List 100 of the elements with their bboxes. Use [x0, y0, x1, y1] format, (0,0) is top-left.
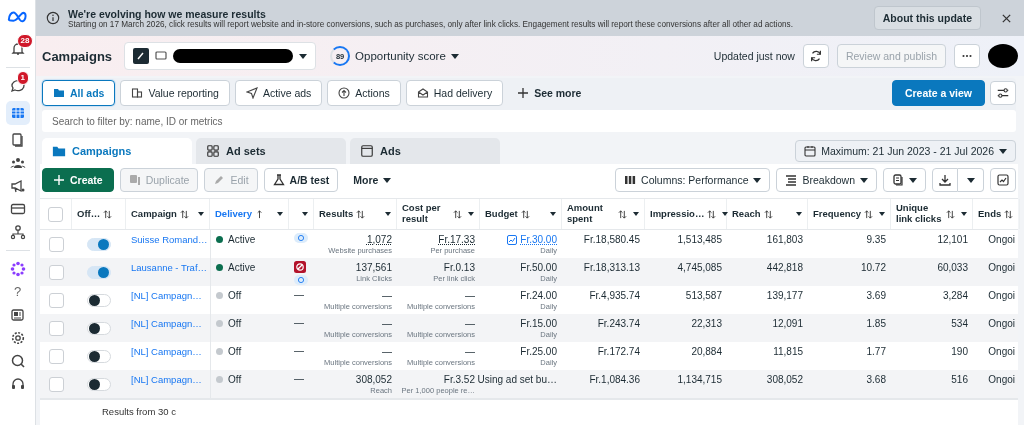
- help-icon[interactable]: ?: [13, 284, 22, 300]
- pages-icon[interactable]: [9, 132, 26, 148]
- toggle-switch[interactable]: [87, 377, 111, 391]
- sort-icon[interactable]: [356, 209, 366, 219]
- column-menu-icon[interactable]: [796, 212, 802, 216]
- sort-icon[interactable]: [707, 209, 717, 219]
- sort-icon[interactable]: [946, 209, 955, 219]
- sort-icon[interactable]: [103, 209, 113, 219]
- select-all-checkbox[interactable]: [48, 206, 63, 222]
- column-menu-icon[interactable]: [961, 212, 967, 216]
- budget-link[interactable]: Fr.30.00: [507, 234, 557, 245]
- column-menu-icon[interactable]: [468, 212, 474, 216]
- people-icon[interactable]: [9, 155, 26, 171]
- column-header[interactable]: Campaign: [131, 208, 177, 220]
- refresh-button[interactable]: [802, 44, 829, 68]
- bell-icon[interactable]: [9, 41, 26, 57]
- filter-chip[interactable]: Active ads: [234, 80, 323, 106]
- row-checkbox[interactable]: [48, 292, 64, 308]
- close-icon[interactable]: [1001, 12, 1012, 24]
- table-grid-icon[interactable]: [5, 101, 30, 125]
- chat-bubble-icon[interactable]: [9, 78, 26, 94]
- column-menu-icon[interactable]: [722, 212, 729, 216]
- toggle-switch[interactable]: [87, 293, 111, 307]
- column-menu-icon[interactable]: [198, 212, 204, 216]
- sort-icon[interactable]: [763, 209, 773, 219]
- campaign-name-link[interactable]: [NL] Campagn…: [131, 346, 205, 358]
- campaign-name-link[interactable]: [NL] Campagn…: [131, 374, 205, 386]
- card-icon[interactable]: [9, 201, 26, 217]
- sort-icon[interactable]: [453, 209, 462, 219]
- row-checkbox[interactable]: [48, 376, 64, 392]
- create-button[interactable]: Create: [42, 168, 114, 192]
- sort-icon[interactable]: [618, 209, 627, 219]
- sort-icon[interactable]: [179, 209, 189, 219]
- column-header[interactable]: Unique link clicks: [896, 203, 943, 225]
- about-update-button[interactable]: About this update: [873, 6, 981, 30]
- level-tab[interactable]: Ad sets: [196, 138, 346, 164]
- column-header[interactable]: Reach: [732, 208, 761, 220]
- filter-chip[interactable]: All ads: [42, 80, 116, 106]
- campaign-name-link[interactable]: [NL] Campagn…: [131, 318, 205, 330]
- export-menu-button[interactable]: [958, 168, 984, 192]
- campaign-name-link[interactable]: [NL] Campagn…: [131, 290, 205, 302]
- sort-icon[interactable]: [520, 209, 530, 219]
- network-icon[interactable]: [9, 224, 26, 240]
- search-icon[interactable]: [9, 353, 26, 369]
- end-date-value: Ongoi: [988, 318, 1015, 329]
- level-tab[interactable]: Ads: [350, 138, 500, 164]
- row-checkbox[interactable]: [48, 348, 64, 364]
- column-menu-icon[interactable]: [385, 212, 391, 216]
- see-more-button[interactable]: See more: [508, 81, 591, 105]
- delivery-status: Off: [228, 318, 242, 329]
- toggle-switch[interactable]: [87, 237, 111, 251]
- toggle-switch[interactable]: [87, 349, 111, 363]
- column-header[interactable]: Ends: [978, 208, 1002, 220]
- sort-up-icon[interactable]: [255, 209, 264, 219]
- campaign-name-link[interactable]: Suisse Romand…: [131, 234, 205, 246]
- settings-icon[interactable]: [9, 330, 26, 346]
- flower-icon[interactable]: [9, 261, 26, 277]
- toggle-switch[interactable]: [87, 321, 111, 335]
- filter-chip[interactable]: Had delivery: [405, 80, 504, 106]
- row-checkbox[interactable]: [48, 264, 64, 280]
- filter-chip[interactable]: Value reporting: [120, 80, 230, 106]
- create-view-button[interactable]: Create a view: [891, 80, 985, 106]
- column-header[interactable]: Delivery: [215, 208, 252, 220]
- column-menu-icon[interactable]: [277, 212, 283, 216]
- chart-view-button[interactable]: [990, 168, 1016, 192]
- search-field[interactable]: Search to filter by: name, ID or metrics: [42, 110, 1016, 132]
- column-menu-icon[interactable]: [879, 212, 886, 216]
- date-range-picker[interactable]: Maximum: 21 Jun 2023 - 21 Jul 2026: [795, 140, 1016, 162]
- toggle-switch[interactable]: [87, 265, 111, 279]
- column-menu-icon[interactable]: [302, 212, 308, 216]
- newspaper-icon[interactable]: [9, 307, 26, 323]
- more-dropdown[interactable]: More: [344, 168, 401, 192]
- row-checkbox[interactable]: [48, 236, 64, 252]
- column-header[interactable]: Off…: [77, 208, 101, 220]
- filter-settings-button[interactable]: [990, 81, 1016, 105]
- megaphone-icon[interactable]: [9, 178, 26, 194]
- filter-chip[interactable]: Actions: [327, 80, 401, 106]
- budget-value: Fr.24.00: [520, 290, 557, 301]
- columns-dropdown[interactable]: Columns: Performance: [615, 168, 771, 192]
- column-header[interactable]: Frequency: [813, 208, 862, 220]
- sort-icon[interactable]: [864, 209, 874, 219]
- campaign-name-link[interactable]: Lausanne - Traf…: [131, 262, 205, 274]
- sort-icon[interactable]: [1004, 209, 1014, 219]
- meta-logo[interactable]: [6, 10, 29, 24]
- column-header[interactable]: Budget: [485, 208, 518, 220]
- level-tab[interactable]: Campaigns: [42, 138, 192, 164]
- reports-dropdown[interactable]: [883, 168, 926, 192]
- toolbar-button[interactable]: A/B test: [263, 168, 339, 192]
- column-menu-icon[interactable]: [633, 212, 639, 216]
- account-dropdown[interactable]: [124, 42, 317, 70]
- column-header[interactable]: Impressio…: [650, 208, 705, 220]
- column-header[interactable]: Amount spent: [567, 203, 615, 225]
- row-checkbox[interactable]: [48, 320, 64, 336]
- breakdown-dropdown[interactable]: Breakdown: [776, 168, 877, 192]
- column-menu-icon[interactable]: [550, 212, 556, 216]
- column-header[interactable]: Cost per result: [402, 203, 450, 225]
- column-header[interactable]: Results: [319, 208, 354, 220]
- headset-icon[interactable]: [9, 376, 26, 392]
- export-button[interactable]: [932, 168, 958, 192]
- delivery-status: Off: [228, 346, 242, 357]
